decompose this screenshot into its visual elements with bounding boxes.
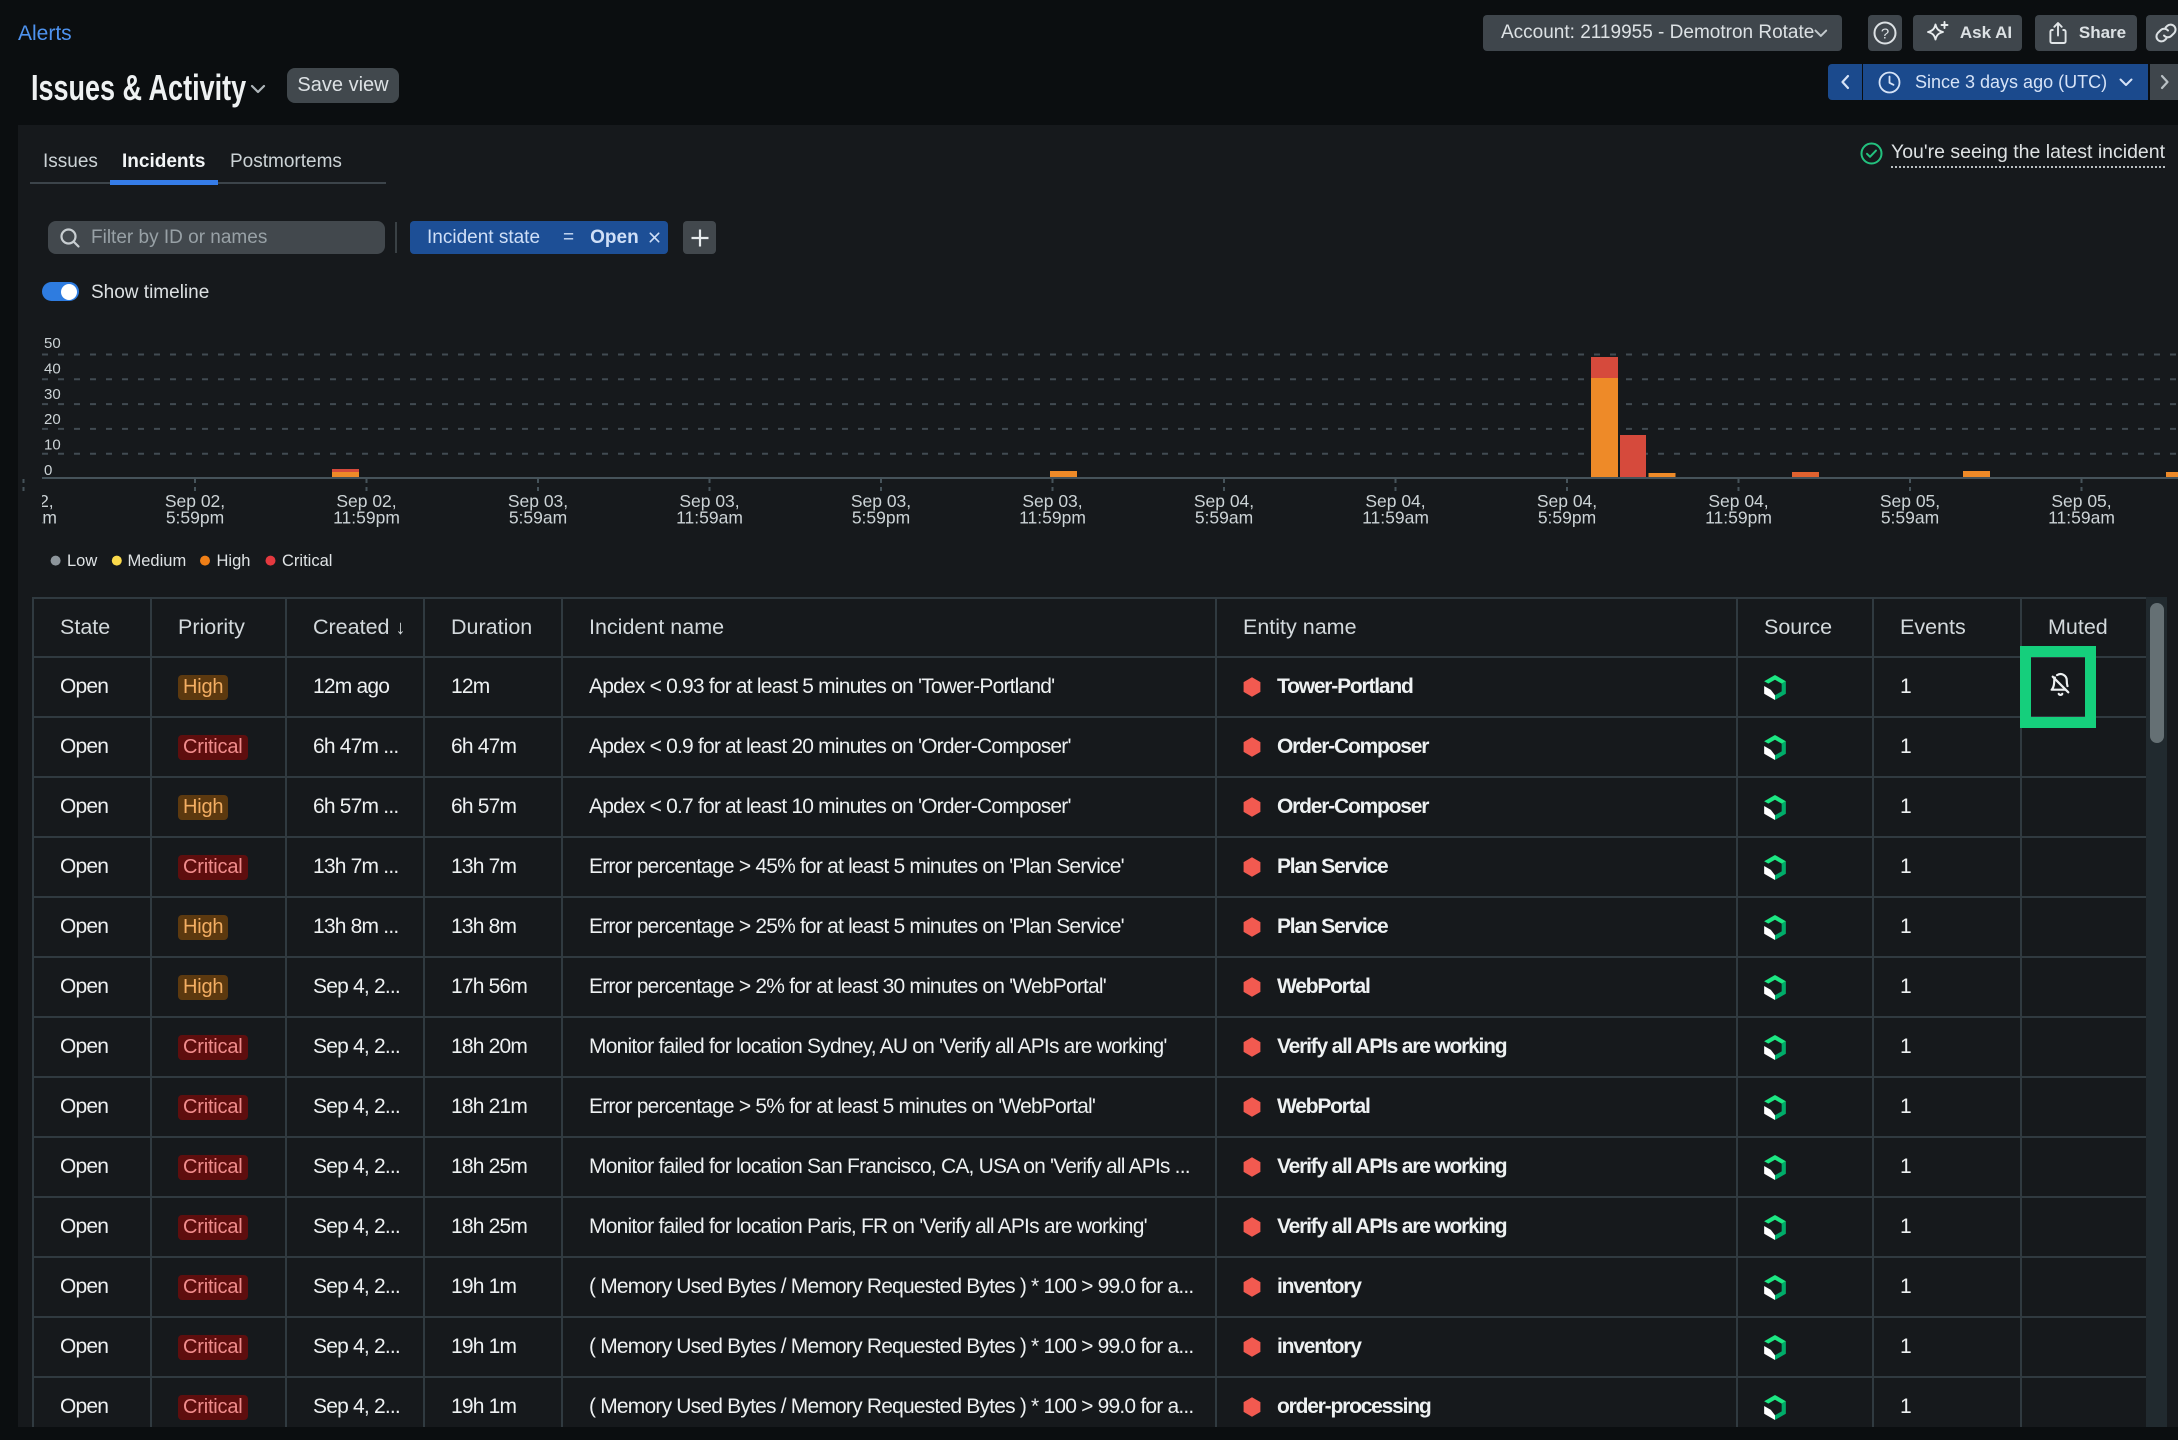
svg-text:5:59pm: 5:59pm (852, 508, 910, 528)
svg-text:11:59am: 11:59am (2048, 508, 2115, 528)
svg-text:11:59pm: 11:59pm (333, 508, 400, 528)
svg-text:11:59pm: 11:59pm (1705, 508, 1772, 528)
svg-text:5:59pm: 5:59pm (166, 508, 224, 528)
svg-text:5:59am: 5:59am (509, 508, 567, 528)
svg-text:Medium: Medium (128, 552, 187, 570)
svg-text:11:59am: 11:59am (1362, 508, 1429, 528)
svg-text:20: 20 (44, 411, 61, 428)
svg-text:10: 10 (44, 437, 61, 454)
svg-text:Critical: Critical (282, 552, 332, 570)
svg-text:0: 0 (44, 462, 52, 479)
svg-text:30: 30 (44, 386, 61, 403)
svg-text:11:59am: 11:59am (0, 508, 57, 528)
svg-text:High: High (217, 552, 251, 570)
svg-text:11:59pm: 11:59pm (1019, 508, 1086, 528)
svg-text:50: 50 (44, 335, 61, 352)
svg-text:Low: Low (67, 552, 97, 570)
svg-text:5:59am: 5:59am (1881, 508, 1939, 528)
svg-text:?: ? (1881, 26, 1889, 43)
svg-text:5:59am: 5:59am (1195, 508, 1253, 528)
svg-text:11:59am: 11:59am (676, 508, 743, 528)
svg-text:40: 40 (44, 360, 61, 377)
svg-text:5:59pm: 5:59pm (1538, 508, 1596, 528)
